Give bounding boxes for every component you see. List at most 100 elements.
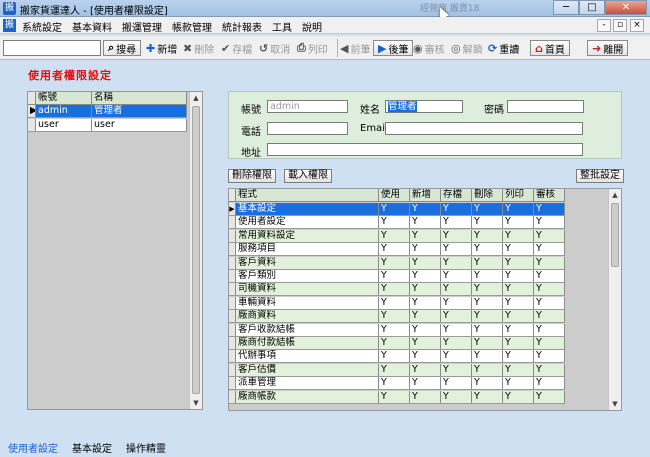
add-button[interactable]: ✚ 新增 — [146, 40, 177, 56]
permission-cell-delete[interactable]: Y — [472, 216, 503, 229]
permission-cell-delete[interactable]: Y — [472, 350, 503, 363]
permission-cell-save[interactable]: Y — [441, 363, 472, 376]
next-record-button[interactable]: ▶ 後筆 — [373, 40, 414, 56]
permission-cell-review[interactable]: Y — [534, 203, 565, 215]
permission-cell-save[interactable]: Y — [441, 337, 472, 349]
permission-cell-use[interactable]: Y — [379, 203, 410, 215]
permission-cell-program[interactable]: 客戶收款結帳 — [236, 323, 379, 336]
permission-cell-add[interactable]: Y — [410, 350, 441, 363]
permission-cell-program[interactable]: 客戶估價 — [236, 363, 379, 376]
menu-basic-data[interactable]: 基本資料 — [72, 19, 112, 34]
permission-cell-delete[interactable]: Y — [472, 337, 503, 349]
permission-cell-program[interactable]: 廠商資料 — [236, 310, 379, 323]
exit-button[interactable]: ➜ 離開 — [587, 40, 629, 56]
permission-cell-print[interactable]: Y — [503, 337, 534, 349]
permission-cell-use[interactable]: Y — [379, 377, 410, 390]
mdi-restore-button[interactable]: ▫ — [613, 19, 627, 32]
permission-cell-add[interactable]: Y — [410, 229, 441, 242]
permission-cell-add[interactable]: Y — [410, 377, 441, 390]
permission-cell-print[interactable]: Y — [503, 216, 534, 229]
permission-cell-add[interactable]: Y — [410, 256, 441, 269]
permission-cell-save[interactable]: Y — [441, 350, 472, 363]
permission-cell-delete[interactable]: Y — [472, 229, 503, 242]
permission-row[interactable]: 服務項目 Y Y Y Y Y Y — [229, 243, 565, 257]
permission-row[interactable]: 派車管理 Y Y Y Y Y Y — [229, 377, 565, 391]
permission-cell-use[interactable]: Y — [379, 216, 410, 229]
permission-cell-program[interactable]: 客戶資料 — [236, 256, 379, 269]
permission-cell-program[interactable]: 司機資料 — [236, 283, 379, 296]
reload-button[interactable]: ⟳ 重讀 — [488, 40, 519, 56]
permission-cell-add[interactable]: Y — [410, 390, 441, 403]
permission-cell-print[interactable]: Y — [503, 390, 534, 403]
permission-cell-program[interactable]: 代辦事項 — [236, 350, 379, 363]
permission-cell-program[interactable]: 廠商帳款 — [236, 390, 379, 403]
user-list-scrollbar[interactable]: ▲ ▼ — [189, 92, 202, 409]
close-button[interactable]: ✕ — [605, 0, 647, 15]
save-button[interactable]: ✔ 存檔 — [221, 40, 252, 56]
permission-cell-review[interactable]: Y — [534, 350, 565, 363]
permission-cell-review[interactable]: Y — [534, 216, 565, 229]
permission-cell-program[interactable]: 車輛資料 — [236, 296, 379, 309]
column-header-program[interactable]: 程式 — [236, 189, 379, 201]
permission-cell-add[interactable]: Y — [410, 283, 441, 296]
permission-cell-review[interactable]: Y — [534, 310, 565, 323]
permission-cell-delete[interactable]: Y — [472, 243, 503, 256]
minimize-button[interactable]: ─ — [553, 0, 579, 15]
user-row[interactable]: user user — [28, 119, 187, 132]
document-icon[interactable]: 搬 — [3, 19, 16, 32]
user-row[interactable]: ▶ admin 管理者 — [28, 105, 187, 118]
permission-cell-review[interactable]: Y — [534, 229, 565, 242]
permission-cell-delete[interactable]: Y — [472, 283, 503, 296]
menu-tools[interactable]: 工具 — [272, 19, 292, 34]
permission-cell-use[interactable]: Y — [379, 363, 410, 376]
permission-cell-print[interactable]: Y — [503, 377, 534, 390]
search-button[interactable]: ⌕ 搜尋 — [103, 40, 142, 56]
permission-row[interactable]: 使用者設定 Y Y Y Y Y Y — [229, 216, 565, 230]
delete-permission-button[interactable]: 刪除權限 — [228, 169, 276, 183]
permission-cell-add[interactable]: Y — [410, 296, 441, 309]
permission-cell-program[interactable]: 基本設定 — [236, 203, 379, 215]
maximize-button[interactable]: □ — [579, 0, 605, 15]
permission-cell-add[interactable]: Y — [410, 310, 441, 323]
permission-cell-save[interactable]: Y — [441, 256, 472, 269]
permission-row[interactable]: 客戶收款結帳 Y Y Y Y Y Y — [229, 323, 565, 337]
column-header-name[interactable]: 名稱 — [92, 92, 187, 104]
permission-cell-review[interactable]: Y — [534, 256, 565, 269]
permission-row[interactable]: 車輛資料 Y Y Y Y Y Y — [229, 296, 565, 310]
scroll-thumb[interactable] — [192, 106, 200, 394]
permission-cell-save[interactable]: Y — [441, 243, 472, 256]
search-input[interactable] — [3, 40, 101, 56]
permission-cell-delete[interactable]: Y — [472, 256, 503, 269]
permission-cell-review[interactable]: Y — [534, 283, 565, 296]
delete-button[interactable]: ✖ 刪除 — [183, 40, 214, 56]
permission-row[interactable]: ▶ 基本設定 Y Y Y Y Y Y — [229, 203, 565, 216]
permission-cell-print[interactable]: Y — [503, 256, 534, 269]
menu-help[interactable]: 說明 — [302, 19, 322, 34]
permission-row[interactable]: 代辦事項 Y Y Y Y Y Y — [229, 350, 565, 364]
user-name-cell[interactable]: user — [92, 119, 187, 131]
menu-moving-management[interactable]: 搬運管理 — [122, 19, 162, 34]
email-field[interactable] — [385, 122, 583, 135]
permission-cell-print[interactable]: Y — [503, 229, 534, 242]
permission-row[interactable]: 客戶資料 Y Y Y Y Y Y — [229, 256, 565, 270]
permission-cell-add[interactable]: Y — [410, 243, 441, 256]
column-header-review[interactable]: 審核 — [534, 189, 565, 201]
column-header-add[interactable]: 新增 — [410, 189, 441, 201]
menu-system-settings[interactable]: 系統設定 — [22, 19, 62, 34]
account-field[interactable]: admin — [267, 100, 348, 113]
user-account-cell[interactable]: user — [36, 119, 92, 131]
permission-cell-review[interactable]: Y — [534, 243, 565, 256]
load-permission-button[interactable]: 載入權限 — [284, 169, 332, 183]
column-header-account[interactable]: 帳號 — [36, 92, 92, 104]
permission-row[interactable]: 客戶估價 Y Y Y Y Y Y — [229, 363, 565, 377]
permission-cell-save[interactable]: Y — [441, 270, 472, 282]
permission-cell-print[interactable]: Y — [503, 283, 534, 296]
print-button[interactable]: ⎙ 列印 — [297, 40, 328, 56]
permission-cell-review[interactable]: Y — [534, 390, 565, 403]
permission-cell-review[interactable]: Y — [534, 377, 565, 390]
cancel-button[interactable]: ↺ 取消 — [259, 40, 290, 56]
permission-cell-print[interactable]: Y — [503, 270, 534, 282]
permission-cell-program[interactable]: 服務項目 — [236, 243, 379, 256]
permission-cell-print[interactable]: Y — [503, 203, 534, 215]
permission-cell-use[interactable]: Y — [379, 337, 410, 349]
